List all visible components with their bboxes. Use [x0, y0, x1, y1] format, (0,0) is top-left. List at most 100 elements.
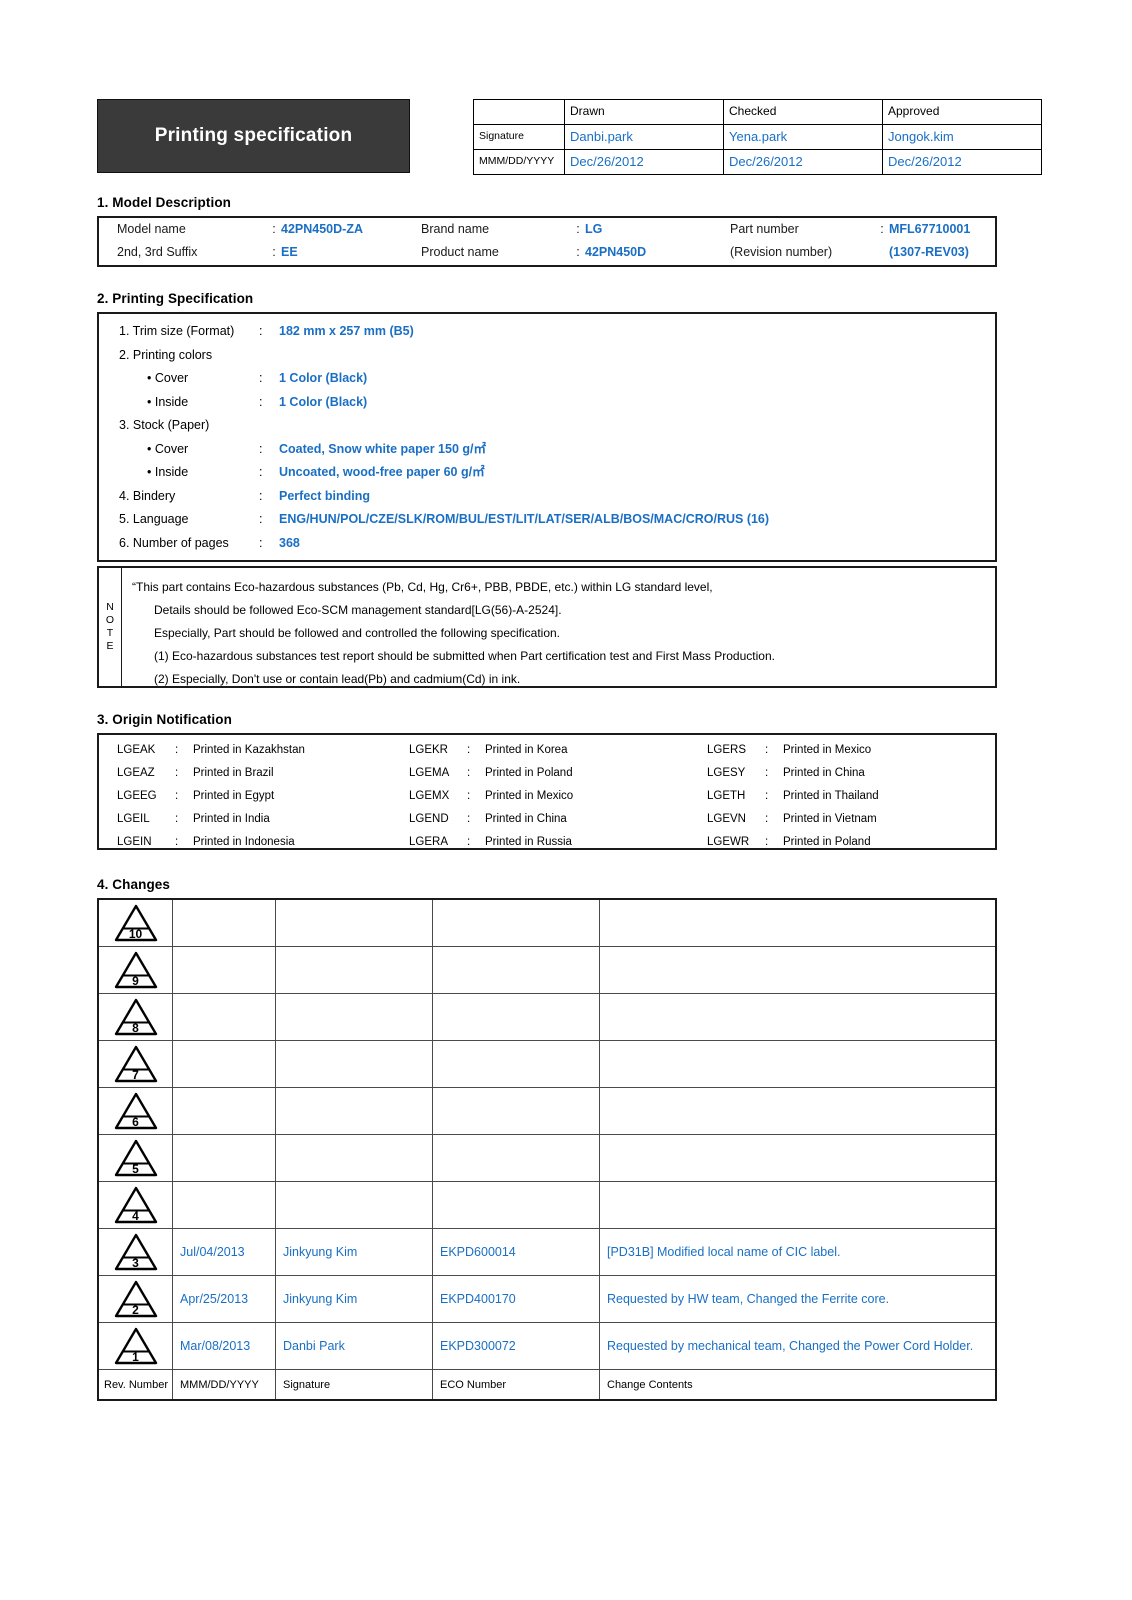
spec-item-stock-inside: • Inside : Uncoated, wood-free paper 60 … [99, 461, 995, 485]
origin-row: LGEIL: Printed in India LGEND: Printed in … [99, 808, 995, 831]
model-description-box: Model name : 42PN450D-ZA Brand name : LG… [97, 216, 997, 267]
origin-country: Printed in Mexico [783, 744, 872, 756]
origin-code: LGERS [707, 744, 746, 756]
value-brand-name: LG [585, 221, 603, 236]
revision-change-contents [599, 898, 997, 947]
origin-row: LGEAK: Printed in Kazakhstan LGEKR: Printe… [99, 739, 995, 762]
origin-colon: : [765, 767, 769, 779]
origin-country: Printed in Thailand [783, 790, 879, 802]
approval-table: Drawn Checked Approved Signature Danbi.p… [473, 99, 1042, 175]
origin-row: LGEAZ: Printed in Brazil LGEMA: Printed in… [99, 762, 995, 785]
changes-footer-row: Rev. Number MMM/DD/YYYY Signature ECO Nu… [97, 1369, 997, 1401]
revision-eco-number [432, 946, 600, 994]
origin-entry: LGEWR: Printed in Poland [707, 831, 871, 854]
spec-key: • Cover [147, 441, 189, 456]
spec-key: 1. Trim size (Format) [119, 324, 235, 338]
approval-date-approved: Dec/26/2012 [882, 149, 1042, 175]
revision-eco-number [432, 1087, 600, 1135]
revision-signature [275, 946, 433, 994]
revision-eco-number [432, 1181, 600, 1229]
table-row[interactable]: 10 [97, 898, 997, 947]
spec-key: 4. Bindery [119, 488, 176, 503]
value-part-number: MFL67710001 [889, 221, 971, 236]
revision-number: 3 [132, 1256, 139, 1270]
revision-triangle-icon: 6 [114, 1092, 158, 1130]
origin-entry: LGEVN: Printed in Vietnam [707, 808, 877, 831]
origin-entry: LGEAZ: Printed in Brazil [117, 762, 274, 785]
revision-eco-number: EKPD600014 [432, 1228, 600, 1276]
footer-label-eco-number: ECO Number [432, 1369, 600, 1401]
approval-date-row: MMM/DD/YYYY Dec/26/2012 Dec/26/2012 Dec/… [473, 149, 1042, 175]
spec-key: 5. Language [119, 512, 189, 526]
revision-change-contents [599, 1040, 997, 1088]
origin-colon: : [467, 744, 471, 756]
revision-marker: 7 [97, 1040, 173, 1088]
table-row[interactable]: 2 Apr/25/2013 Jinkyung Kim EKPD400170 Re… [97, 1275, 997, 1323]
value-product-name: 42PN450D [585, 244, 647, 259]
revision-number: 6 [132, 1115, 139, 1129]
revision-change-contents: Requested by HW team, Changed the Ferrit… [599, 1275, 997, 1323]
origin-colon: : [765, 836, 769, 848]
spec-key: • Inside [147, 465, 189, 479]
table-row[interactable]: 1 Mar/08/2013 Danbi Park EKPD300072 Requ… [97, 1322, 997, 1370]
table-row[interactable]: 9 [97, 946, 997, 994]
revision-number: 8 [132, 1021, 139, 1035]
colon-revision-number [875, 241, 889, 264]
spec-item-number-of-pages: 6. Number of pages : 368 [99, 532, 995, 556]
origin-colon: : [175, 836, 179, 848]
revision-change-contents [599, 1087, 997, 1135]
origin-country: Printed in Indonesia [193, 836, 295, 848]
table-row[interactable]: 5 [97, 1134, 997, 1182]
origin-colon: : [467, 836, 471, 848]
origin-code: LGEIL [117, 813, 150, 825]
origin-entry: LGEMA: Printed in Poland [409, 762, 573, 785]
revision-date [172, 1181, 276, 1229]
revision-date: Jul/04/2013 [172, 1228, 276, 1276]
revision-triangle-icon: 2 [114, 1280, 158, 1318]
revision-date [172, 993, 276, 1041]
origin-notification-box: LGEAK: Printed in Kazakhstan LGEKR: Printe… [97, 733, 997, 850]
revision-marker: 10 [97, 898, 173, 947]
spec-key: 6. Number of pages [119, 535, 229, 550]
spec-key: • Cover [147, 371, 189, 385]
origin-entry: LGEIN: Printed in Indonesia [117, 831, 295, 854]
revision-date: Mar/08/2013 [172, 1322, 276, 1370]
table-row[interactable]: 3 Jul/04/2013 Jinkyung Kim EKPD600014 [P… [97, 1228, 997, 1276]
revision-number: 7 [132, 1068, 139, 1082]
note-line: Especially, Part should be followed and … [154, 626, 561, 640]
origin-colon: : [175, 813, 179, 825]
note-line: (2) Especially, Don't use or contain lea… [154, 672, 521, 686]
revision-number: 1 [132, 1350, 139, 1364]
table-row[interactable]: 6 [97, 1087, 997, 1135]
origin-colon: : [467, 790, 471, 802]
origin-entry: LGEMX: Printed in Mexico [409, 785, 573, 808]
origin-code: LGEWR [707, 836, 750, 848]
revision-number: 10 [128, 927, 143, 941]
origin-code: LGEMX [409, 790, 450, 802]
revision-eco-number [432, 993, 600, 1041]
note-vertical-label: N O T E [99, 568, 122, 686]
value-suffix: EE [281, 244, 298, 259]
origin-code: LGERA [409, 836, 448, 848]
revision-triangle-icon: 9 [114, 951, 158, 989]
value-model-name: 42PN450D-ZA [281, 221, 363, 236]
spec-colon: : [259, 394, 263, 409]
origin-country: Printed in Poland [485, 767, 573, 779]
revision-triangle-icon: 1 [114, 1327, 158, 1365]
model-row-1: Model name : 42PN450D-ZA Brand name : LG… [99, 218, 995, 241]
origin-colon: : [175, 744, 179, 756]
revision-number: 2 [132, 1303, 139, 1317]
origin-code: LGESY [707, 767, 746, 779]
table-row[interactable]: 8 [97, 993, 997, 1041]
colon-product-name: : [576, 244, 580, 259]
label-product-name: Product name [421, 244, 499, 259]
note-letter-o: O [105, 614, 115, 626]
spec-item-colors-cover: • Cover : 1 Color (Black) [99, 367, 995, 391]
origin-country: Printed in Egypt [193, 790, 275, 802]
table-row[interactable]: 7 [97, 1040, 997, 1088]
origin-code: LGEVN [707, 813, 746, 825]
origin-code: LGEAK [117, 744, 156, 756]
approval-signature-row: Signature Danbi.park Yena.park Jongok.ki… [473, 124, 1042, 150]
table-row[interactable]: 4 [97, 1181, 997, 1229]
origin-colon: : [175, 790, 179, 802]
